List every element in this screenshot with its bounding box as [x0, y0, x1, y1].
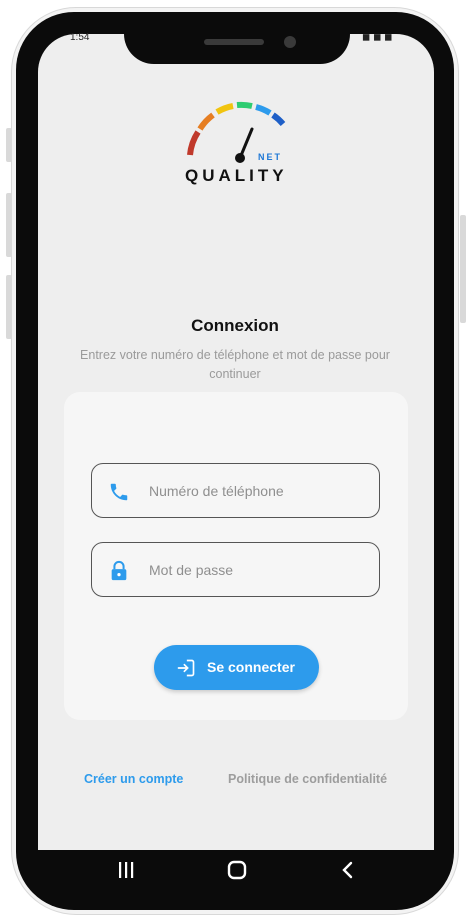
page-title: Connexion: [191, 316, 279, 335]
back-icon[interactable]: [336, 858, 360, 882]
recent-apps-icon[interactable]: [114, 858, 138, 882]
camera-dot: [284, 36, 296, 48]
side-button: [6, 128, 12, 162]
login-icon: [177, 659, 195, 677]
phone-placeholder: Numéro de téléphone: [149, 483, 284, 499]
system-nav-bar: [38, 850, 434, 890]
password-placeholder: Mot de passe: [149, 562, 234, 578]
page-subtitle: Entrez votre numéro de téléphone et mot …: [80, 348, 390, 381]
notch: [124, 22, 350, 64]
login-button-label: Se connecter: [207, 659, 295, 675]
logo-suffix: NET: [258, 152, 282, 162]
phone-icon: [110, 483, 128, 501]
lock-icon: [111, 560, 127, 581]
power-button: [460, 215, 466, 323]
home-icon[interactable]: [225, 858, 249, 882]
privacy-policy-link[interactable]: Politique de confidentialité: [228, 772, 387, 786]
create-account-link[interactable]: Créer un compte: [84, 772, 183, 786]
side-button: [6, 193, 12, 257]
login-button[interactable]: Se connecter: [154, 645, 319, 690]
logo-brand: QUALITY: [185, 166, 288, 185]
password-field[interactable]: Mot de passe: [91, 542, 380, 597]
status-time: 1:54: [70, 32, 90, 43]
phone-field[interactable]: Numéro de téléphone: [91, 463, 380, 518]
speaker: [204, 39, 264, 45]
status-indicators: ◼ ◼ ◼: [362, 32, 393, 43]
